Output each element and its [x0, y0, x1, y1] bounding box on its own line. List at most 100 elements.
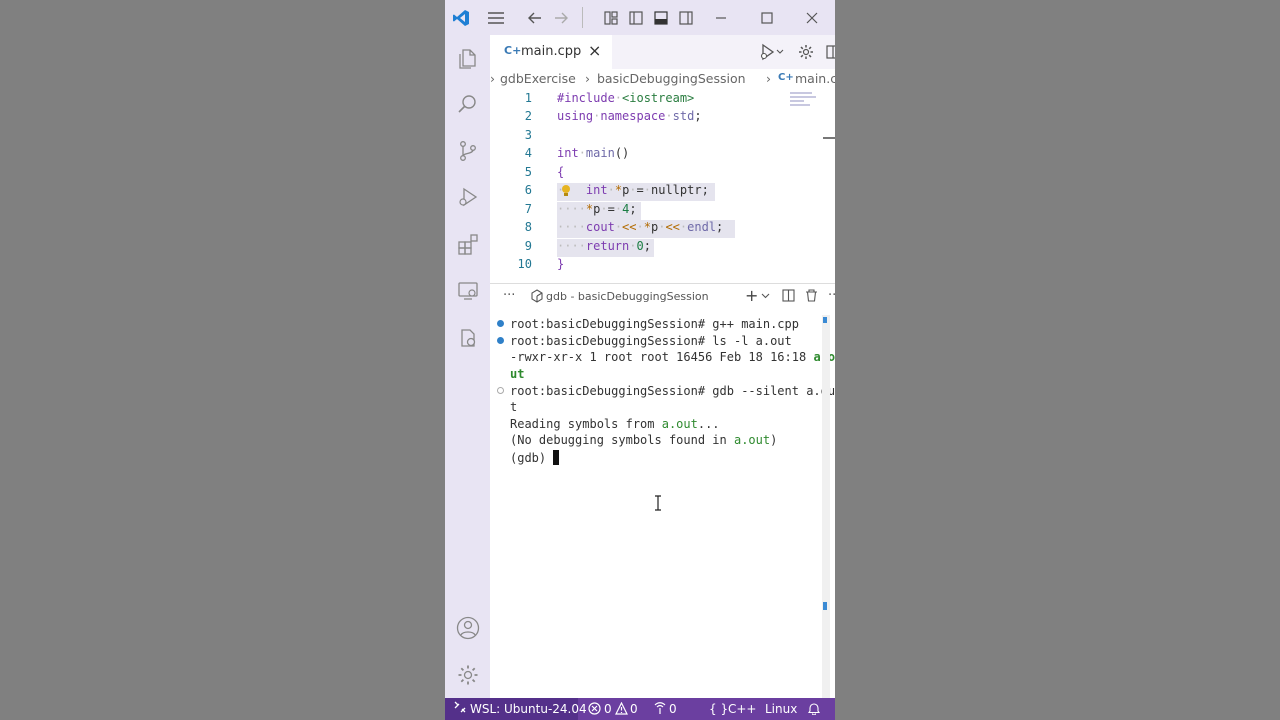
- terminal-line: root:basicDebuggingSession# g++ main.cpp: [510, 317, 799, 331]
- line-number: 5: [524, 165, 532, 179]
- explorer-icon[interactable]: [445, 35, 490, 81]
- error-icon[interactable]: [588, 702, 601, 718]
- chevron-down-icon[interactable]: [761, 290, 770, 303]
- minimap[interactable]: [790, 91, 820, 107]
- extensions-icon[interactable]: [445, 221, 490, 267]
- remote-explorer-icon[interactable]: [445, 268, 490, 314]
- breadcrumb-subfolder[interactable]: basicDebuggingSession: [597, 71, 746, 86]
- close-window-icon[interactable]: [802, 0, 822, 35]
- terminal-name[interactable]: gdb - basicDebuggingSession: [546, 290, 709, 303]
- terminal-line: -rwxr-xr-x 1 root root 16456 Feb 18 16:1…: [510, 350, 835, 364]
- tab-label: main.cpp: [521, 44, 582, 59]
- ports-count[interactable]: 0: [669, 702, 677, 716]
- search-icon[interactable]: [445, 81, 490, 127]
- notification-bell-icon[interactable]: [807, 702, 821, 718]
- panel-more-icon[interactable]: ···: [503, 288, 515, 303]
- line-number: 6: [524, 183, 532, 197]
- terminal-line: root:basicDebuggingSession# gdb --silent…: [510, 384, 835, 398]
- tab-close-icon[interactable]: ×: [588, 41, 601, 60]
- warning-icon[interactable]: [615, 701, 628, 718]
- terminal-prompt: (gdb): [510, 450, 560, 465]
- chevron-right-icon: ›: [585, 71, 590, 86]
- split-terminal-icon[interactable]: [782, 289, 795, 305]
- customize-layout-icon[interactable]: [601, 0, 621, 35]
- title-divider: [582, 7, 583, 28]
- code-line: }: [557, 257, 565, 271]
- text-cursor-icon: [653, 495, 663, 514]
- language-mode[interactable]: C++: [728, 702, 757, 716]
- trash-icon[interactable]: [805, 289, 818, 305]
- code-line: ····*p·=·4;: [557, 202, 637, 216]
- terminal[interactable]: root:basicDebuggingSession# g++ main.cpp…: [490, 315, 835, 698]
- source-control-icon[interactable]: [445, 128, 490, 174]
- breadcrumb-folder[interactable]: gdbExercise: [500, 71, 576, 86]
- settings-gear-icon[interactable]: [445, 652, 490, 698]
- panel-header: ··· gdb - basicDebuggingSession + ···: [490, 283, 835, 308]
- line-number: 2: [524, 109, 532, 123]
- warning-count[interactable]: 0: [630, 702, 638, 716]
- accounts-icon[interactable]: [445, 605, 490, 651]
- title-bar: [445, 0, 835, 35]
- code-line: #include·<iostream>: [557, 91, 695, 105]
- status-bar: WSL: Ubuntu-24.04 0 0 0 { } C++ Linux: [445, 698, 835, 720]
- terminal-shell-icon: [531, 289, 543, 306]
- line-number: 4: [524, 146, 532, 160]
- remote-icon: [454, 701, 466, 716]
- command-success-icon: [497, 320, 504, 327]
- remote-label: WSL: Ubuntu-24.04: [470, 702, 587, 716]
- command-running-icon: [497, 387, 504, 394]
- toggle-secondary-sidebar-icon[interactable]: [676, 0, 696, 35]
- run-code-icon[interactable]: [760, 43, 784, 65]
- editor-scrollbar[interactable]: [823, 137, 835, 139]
- panel-more-actions-icon[interactable]: ···: [828, 288, 835, 303]
- terminal-line: root:basicDebuggingSession# ls -l a.out: [510, 334, 792, 348]
- braces-icon[interactable]: { }: [709, 702, 728, 716]
- terminal-cursor: [553, 450, 560, 465]
- new-terminal-icon[interactable]: +: [745, 286, 758, 305]
- tab-main-cpp[interactable]: C+ main.cpp ×: [490, 35, 612, 69]
- terminal-scrollbar[interactable]: [822, 315, 830, 698]
- line-number: 7: [524, 202, 532, 216]
- cmake-icon[interactable]: [445, 315, 490, 361]
- breadcrumb-file[interactable]: main.cpp: [795, 71, 835, 86]
- run-debug-icon[interactable]: [445, 174, 490, 220]
- lightbulb-icon[interactable]: [560, 184, 572, 201]
- vscode-window: C+ main.cpp × ··· › gdbExercise › basicD…: [445, 0, 835, 720]
- error-count[interactable]: 0: [604, 702, 612, 716]
- editor-tabs: C+ main.cpp × ···: [490, 35, 835, 69]
- code-line: ····return·0;: [557, 239, 651, 253]
- breadcrumb: › gdbExercise › basicDebuggingSession › …: [490, 69, 835, 89]
- chevron-right-icon: ›: [766, 71, 771, 86]
- code-line: {: [557, 165, 565, 179]
- terminal-line: (No debugging symbols found in a.out): [510, 433, 778, 447]
- line-number: 1: [524, 91, 532, 105]
- code-line: ·· int·*p·=·nullptr;: [557, 183, 709, 197]
- line-number: 8: [524, 220, 532, 234]
- minimize-icon[interactable]: [711, 0, 731, 35]
- ports-icon[interactable]: [653, 702, 667, 718]
- remote-indicator[interactable]: WSL: Ubuntu-24.04: [445, 698, 587, 720]
- split-editor-icon[interactable]: [826, 44, 835, 63]
- toggle-panel-icon[interactable]: [651, 0, 671, 35]
- cpp-file-icon: C+: [778, 72, 794, 83]
- terminal-line: Reading symbols from a.out...: [510, 417, 720, 431]
- line-number: 9: [524, 239, 532, 253]
- line-number: 3: [524, 128, 532, 142]
- toggle-sidebar-icon[interactable]: [626, 0, 646, 35]
- back-arrow-icon[interactable]: [525, 0, 545, 35]
- code-line: ····cout·<<·*p·<<·endl;: [557, 220, 724, 234]
- code-line: int·main(): [557, 146, 630, 160]
- cpp-file-icon: C+: [504, 44, 522, 57]
- gear-icon[interactable]: [798, 44, 814, 64]
- maximize-icon[interactable]: [757, 0, 777, 35]
- vscode-logo-icon: [451, 0, 471, 35]
- terminal-line: t: [510, 400, 518, 414]
- terminal-line: ut: [510, 367, 525, 381]
- menu-icon[interactable]: [485, 0, 507, 35]
- code-line: using·namespace·std;: [557, 109, 702, 123]
- forward-arrow-icon[interactable]: [551, 0, 571, 35]
- code-editor[interactable]: 1 #include·<iostream> 2 using·namespace·st…: [490, 89, 835, 277]
- activity-bar: [445, 35, 490, 698]
- chevron-right-icon: ›: [490, 71, 495, 86]
- eol-label[interactable]: Linux: [765, 702, 797, 716]
